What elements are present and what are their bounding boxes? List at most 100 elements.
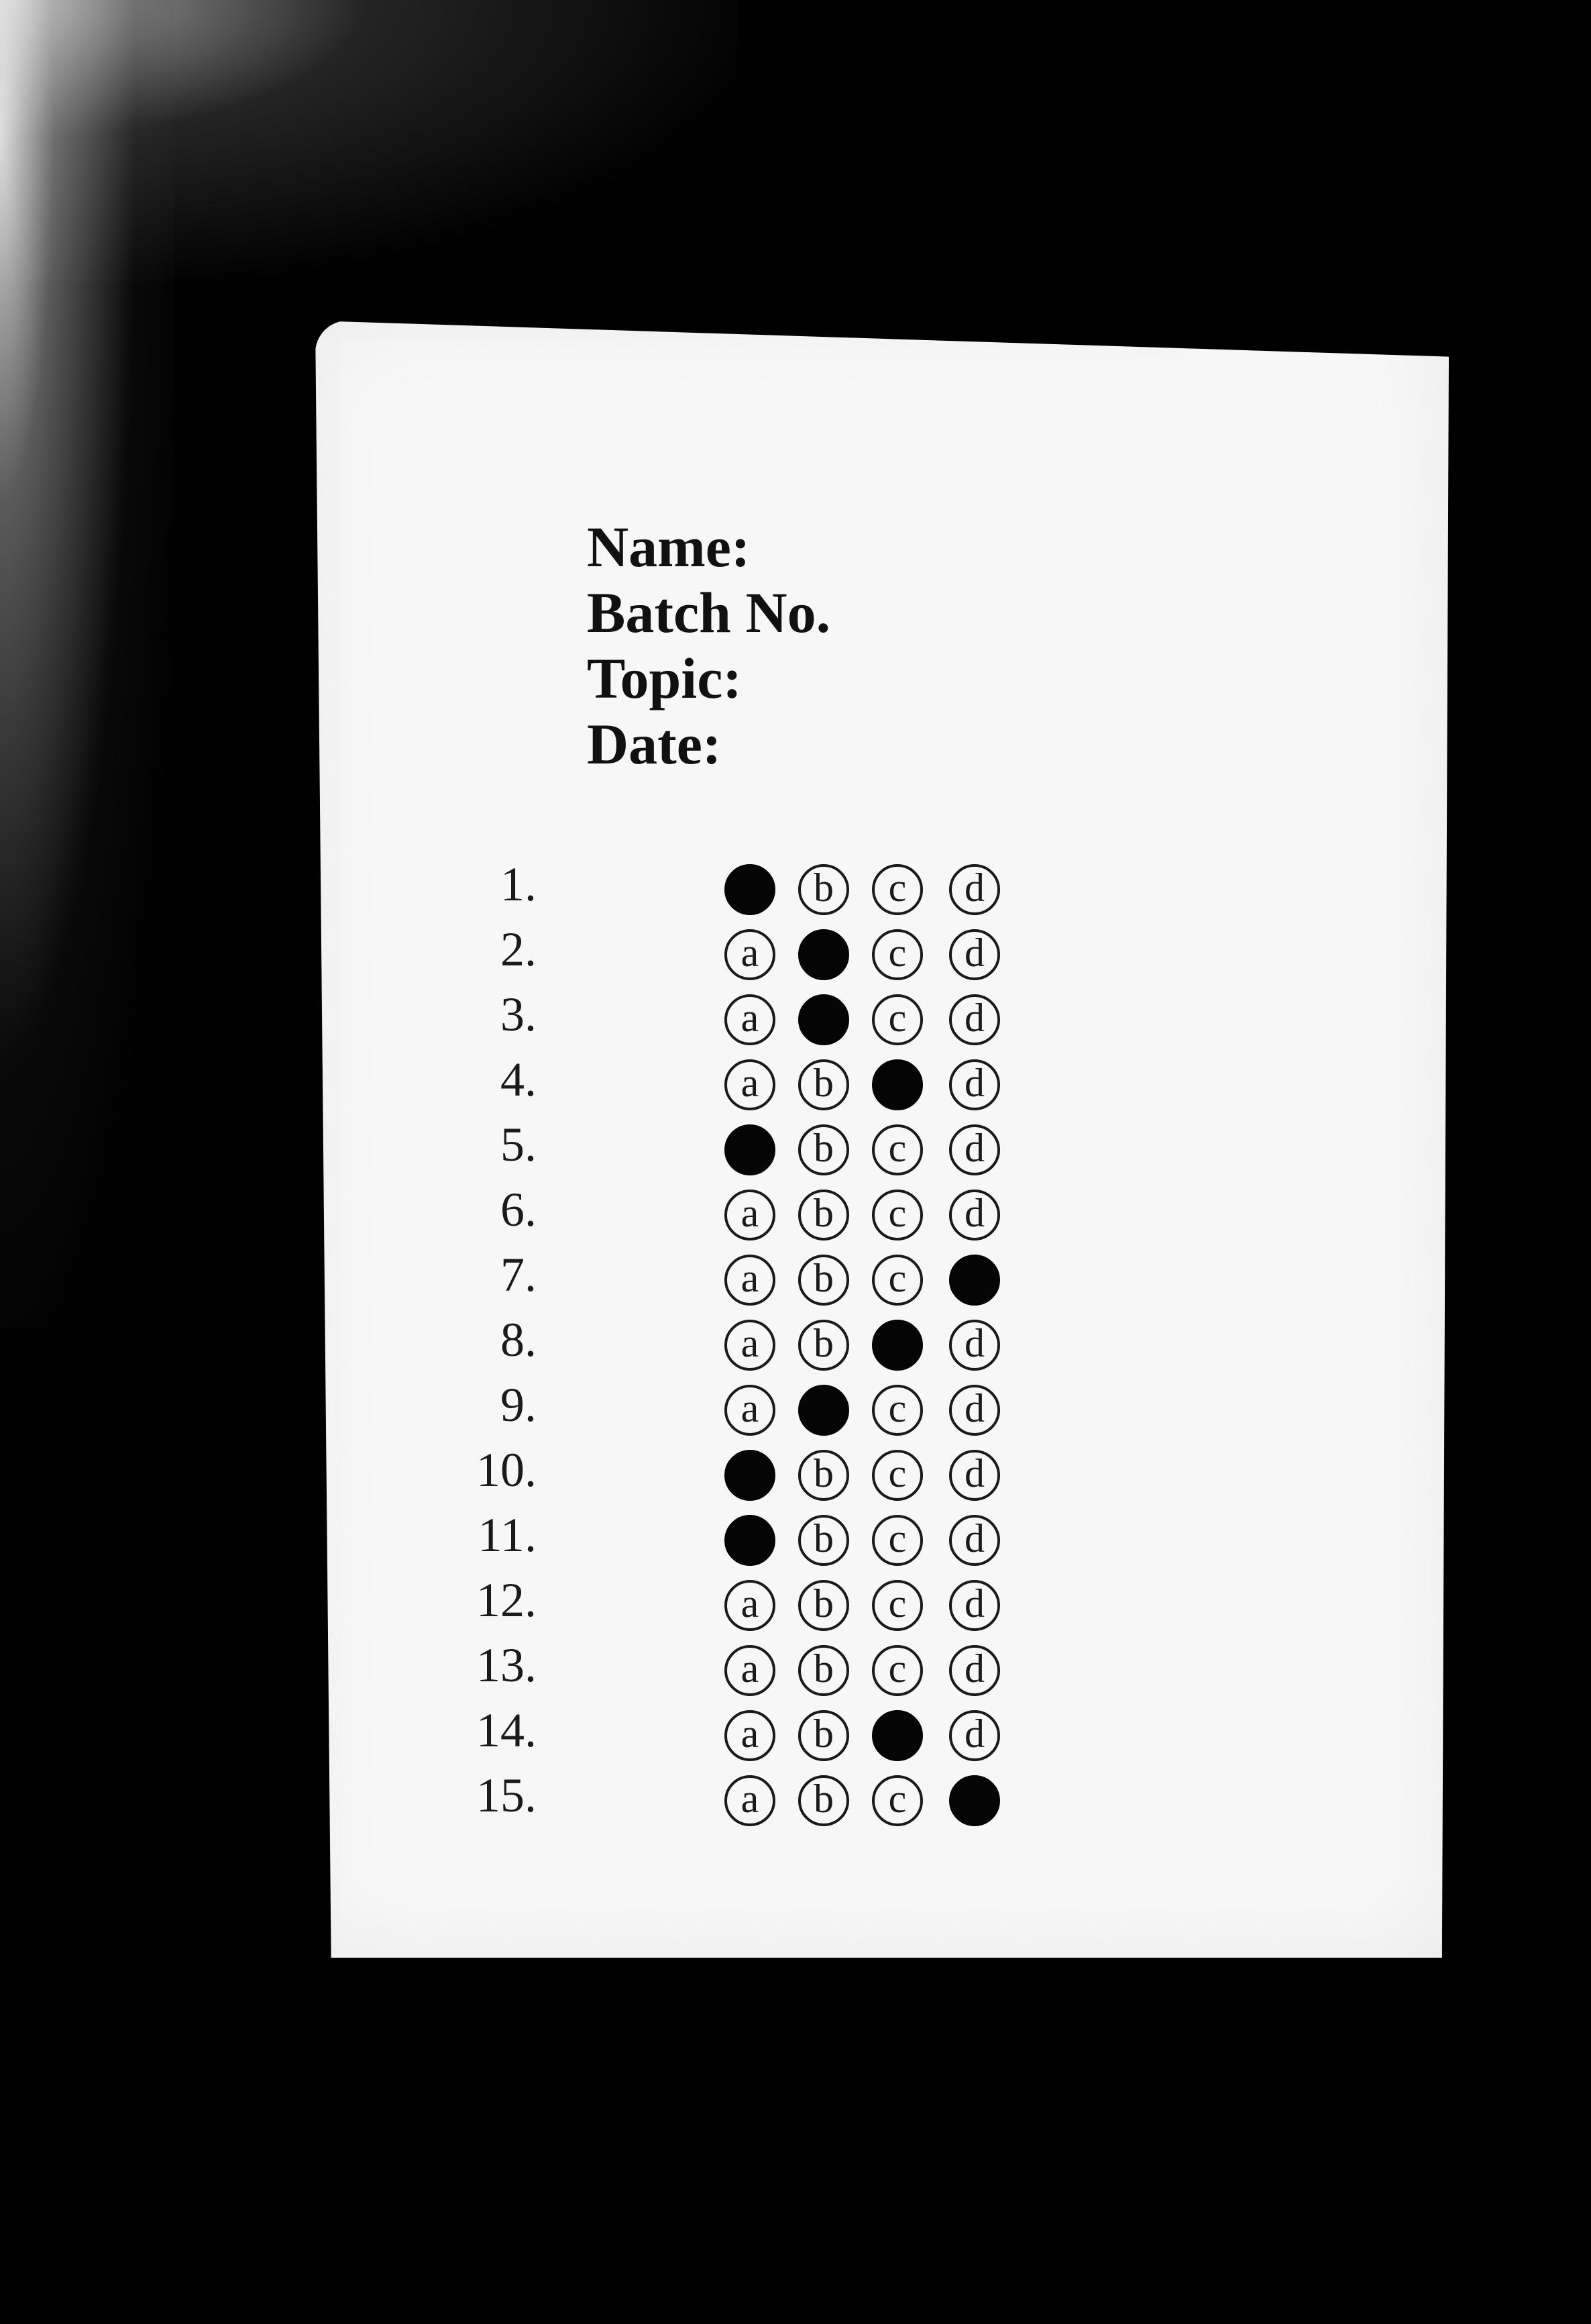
option-bubble-d[interactable]: d — [949, 1320, 1000, 1371]
option-bubble-a[interactable]: a — [724, 1515, 775, 1566]
option-bubble-b[interactable]: b — [798, 1775, 849, 1826]
option-letter: b — [814, 865, 834, 910]
option-bubble-d[interactable]: d — [949, 1059, 1000, 1110]
option-letter: a — [740, 1256, 759, 1300]
option-bubble-b[interactable]: b — [798, 1645, 849, 1696]
option-bubble-a[interactable]: a — [724, 864, 775, 915]
option-bubble-a[interactable]: a — [724, 929, 775, 980]
photo-scene: Name: Batch No. Topic: Date: 1.abcd2.abc… — [0, 0, 1591, 2324]
option-letter: d — [965, 1516, 985, 1561]
option-letter: d — [965, 996, 985, 1040]
question-number: 9. — [500, 1378, 537, 1432]
option-bubble-a[interactable]: a — [724, 1385, 775, 1436]
option-bubble-d[interactable]: d — [949, 1645, 1000, 1696]
batch-number-label: Batch No. — [587, 580, 831, 645]
option-letter: d — [965, 1581, 985, 1626]
option-letter: d — [965, 931, 985, 975]
option-bubble-a[interactable]: a — [724, 1710, 775, 1761]
option-bubble-c[interactable]: c — [872, 994, 923, 1045]
option-bubble-c[interactable]: c — [872, 1190, 923, 1240]
option-bubble-a[interactable]: a — [724, 1255, 775, 1306]
option-bubble-d[interactable]: d — [949, 1255, 1000, 1306]
option-bubble-b[interactable]: b — [798, 1190, 849, 1240]
option-bubble-a[interactable]: a — [724, 1320, 775, 1371]
option-bubble-b[interactable]: b — [798, 1515, 849, 1566]
option-bubble-b[interactable]: b — [798, 929, 849, 980]
option-bubble-d[interactable]: d — [949, 994, 1000, 1045]
option-bubble-c[interactable]: c — [872, 864, 923, 915]
option-bubble-b[interactable]: b — [798, 1320, 849, 1371]
question-row: 4. a bcd — [315, 1053, 1449, 1117]
option-bubble-b[interactable]: b — [798, 1255, 849, 1306]
option-bubble-b[interactable]: b — [798, 1059, 849, 1110]
option-letter: b — [814, 1126, 834, 1170]
question-number: 7. — [500, 1248, 537, 1302]
question-number: 3. — [500, 988, 537, 1041]
option-bubble-d[interactable]: d — [949, 1710, 1000, 1761]
option-bubble-c[interactable]: c — [872, 1645, 923, 1696]
option-bubble-b[interactable]: b — [798, 1580, 849, 1631]
option-bubble-c[interactable]: c — [872, 1255, 923, 1306]
light-glare-left — [0, 0, 174, 1328]
option-bubble-b[interactable]: b — [798, 1385, 849, 1436]
option-bubble-c[interactable]: c — [872, 1124, 923, 1175]
option-bubble-a[interactable]: a — [724, 1124, 775, 1175]
option-letter: c — [888, 996, 907, 1040]
option-bubble-a[interactable]: a — [724, 1190, 775, 1240]
question-row: 15. a b cd — [315, 1768, 1449, 1833]
option-bubble-b[interactable]: b — [798, 1124, 849, 1175]
option-bubble-c[interactable]: c — [872, 1775, 923, 1826]
question-number: 12. — [476, 1573, 537, 1627]
option-bubble-d[interactable]: d — [949, 1450, 1000, 1501]
option-letter: d — [965, 1386, 985, 1430]
question-number: 4. — [500, 1053, 537, 1106]
option-bubble-d[interactable]: d — [949, 1580, 1000, 1631]
option-bubble-a[interactable]: a — [724, 1775, 775, 1826]
option-bubble-b[interactable]: b — [798, 994, 849, 1045]
option-bubble-c[interactable]: c — [872, 1580, 923, 1631]
option-bubble-a[interactable]: a — [724, 1580, 775, 1631]
option-bubble-c[interactable]: c — [872, 1710, 923, 1761]
option-bubble-c[interactable]: c — [872, 1385, 923, 1436]
option-bubble-c[interactable]: c — [872, 1320, 923, 1371]
question-row: 7. a b cd — [315, 1248, 1449, 1312]
option-letter: a — [740, 1711, 759, 1756]
option-letter: d — [965, 1321, 985, 1365]
option-bubble-b[interactable]: b — [798, 1710, 849, 1761]
option-bubble-c[interactable]: c — [872, 1059, 923, 1110]
option-bubble-d[interactable]: d — [949, 1515, 1000, 1566]
question-row: 1. ab c d — [315, 857, 1449, 922]
option-letter: b — [814, 1451, 834, 1495]
option-letter: a — [740, 1191, 759, 1235]
option-bubble-d[interactable]: d — [949, 929, 1000, 980]
option-bubble-d[interactable]: d — [949, 1385, 1000, 1436]
option-bubble-d[interactable]: d — [949, 1775, 1000, 1826]
question-row: 6. a b c d — [315, 1183, 1449, 1247]
question-row: 14. a bcd — [315, 1703, 1449, 1768]
option-bubble-b[interactable]: b — [798, 864, 849, 915]
name-label: Name: — [587, 515, 751, 579]
question-number: 11. — [478, 1508, 537, 1562]
question-number: 8. — [500, 1313, 537, 1367]
option-letter: c — [888, 1581, 907, 1626]
option-bubble-a[interactable]: a — [724, 1059, 775, 1110]
option-letter: c — [888, 1451, 907, 1495]
option-bubble-a[interactable]: a — [724, 1645, 775, 1696]
option-bubble-c[interactable]: c — [872, 1515, 923, 1566]
option-bubble-b[interactable]: b — [798, 1450, 849, 1501]
option-letter: c — [888, 1646, 907, 1691]
option-letter: b — [814, 1711, 834, 1756]
option-bubble-d[interactable]: d — [949, 864, 1000, 915]
option-bubble-c[interactable]: c — [872, 1450, 923, 1501]
question-row: 10. ab c d — [315, 1443, 1449, 1508]
option-letter: a — [740, 931, 759, 975]
option-bubble-a[interactable]: a — [724, 1450, 775, 1501]
option-bubble-d[interactable]: d — [949, 1124, 1000, 1175]
option-letter: a — [740, 996, 759, 1040]
option-bubble-d[interactable]: d — [949, 1190, 1000, 1240]
option-letter: d — [965, 1126, 985, 1170]
question-number: 5. — [500, 1118, 537, 1171]
option-bubble-a[interactable]: a — [724, 994, 775, 1045]
option-bubble-c[interactable]: c — [872, 929, 923, 980]
option-letter: c — [888, 1516, 907, 1561]
